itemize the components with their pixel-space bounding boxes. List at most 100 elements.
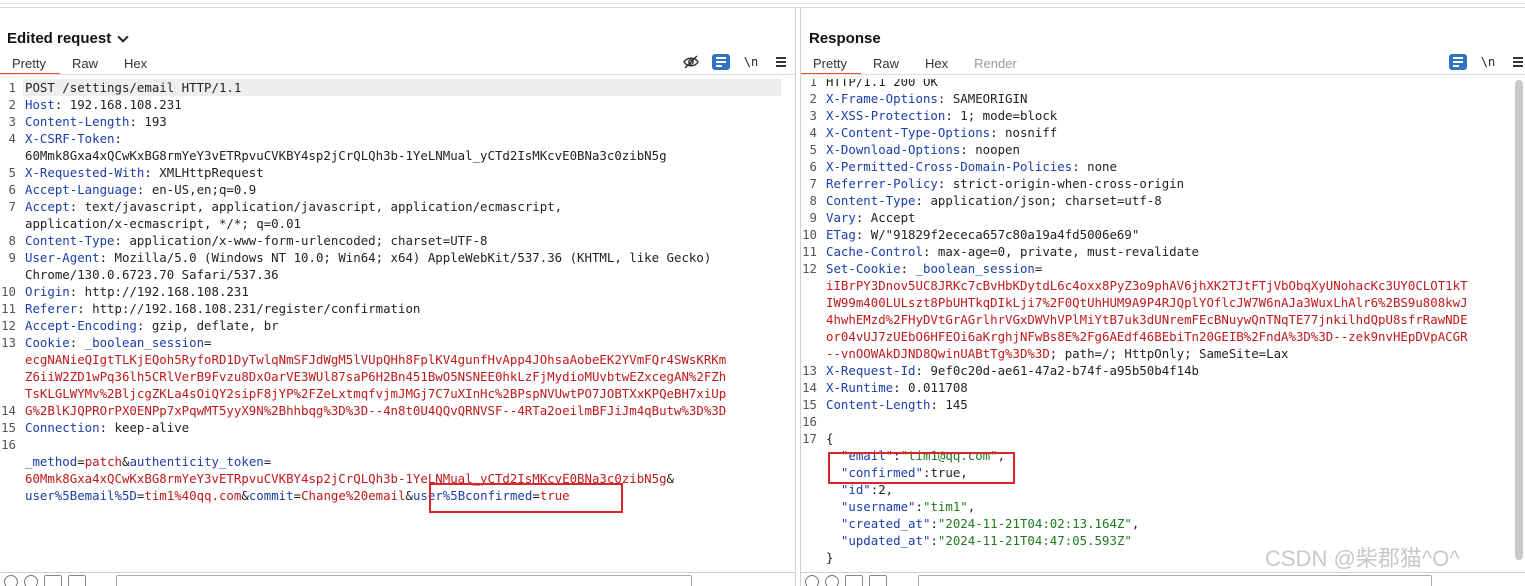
code-line: G%2BlKJQPROrPX0ENPp7xPqwMT5yyX9N%2Bhhbqg… [25, 402, 726, 419]
response-editor[interactable]: 1 2 3 4 5 6 7 8 9 10 11 12 13 14 15 16 17 HTTP/1.1 200 O… [801, 79, 1525, 566]
code-token: HTTP/1.1 200 OK [826, 79, 938, 89]
gear-icon[interactable] [825, 575, 839, 586]
back-icon[interactable] [845, 575, 863, 586]
code-line: "updated_at":"2024-11-21T04:47:05.593Z" [826, 532, 1132, 549]
response-scrollbar[interactable] [1515, 80, 1523, 560]
code-line: X-Frame-Options: SAMEORIGIN [826, 90, 1027, 107]
request-editor[interactable]: 1 2 3 4 5 6 7 8 9 10 11 12 13 14 15 16 POST /settings/e… [0, 79, 795, 566]
tab-pretty[interactable]: Pretty [801, 54, 861, 75]
code-line: 60Mmk8Gxa4xQCwKxBG8rmYeY3vETRpvuCVKBY4sp… [25, 147, 667, 164]
line-number: 11 [1, 301, 16, 316]
code-token: IW99m400LULszt8PbUHTkqDIkLji7%2F0QtUhHUM… [826, 295, 1468, 310]
code-token: :2, [870, 482, 894, 497]
code-token: : 1; mode=block [945, 108, 1058, 123]
code-token: Referer [25, 301, 78, 316]
line-number: 12 [1, 318, 16, 333]
code-token: : W/"91829f2ececa657c80a19a4fd5006e69" [855, 227, 1140, 242]
help-icon[interactable] [805, 575, 819, 586]
code-token: : Mozilla/5.0 (Windows NT 10.0; Win64; x… [99, 250, 712, 265]
code-line: application/x-ecmascript, */*; q=0.01 [25, 215, 301, 232]
chevron-down-icon[interactable] [117, 30, 129, 43]
code-token: Accept-Language [25, 182, 137, 197]
wrap-lines-icon[interactable] [1449, 54, 1467, 70]
line-number: 16 [1, 437, 16, 452]
code-token: , [1131, 516, 1140, 531]
code-token: : 0.011708 [893, 380, 968, 395]
code-line: or04vUJ7zUEbO6HFEOi6aKrghjNFwBs8E%2Fg6AE… [826, 328, 1468, 345]
tab-raw[interactable]: Raw [861, 54, 913, 74]
line-number: 4 [8, 131, 16, 146]
code-line: X-Runtime: 0.011708 [826, 379, 968, 396]
help-icon[interactable] [4, 575, 18, 586]
forward-icon[interactable] [68, 575, 86, 586]
code-line: "confirmed":true, [826, 464, 968, 481]
request-tabs-divider [0, 74, 795, 75]
newline-toggle[interactable]: \n [742, 54, 760, 70]
code-token: POST /settings/email HTTP/1.1 [25, 80, 242, 95]
response-toolbar: \n [1449, 54, 1525, 70]
code-token: X-Request-Id [826, 363, 916, 378]
code-line: TsKLGLWYMv%2BljcgZKLa4sOiQY2sipF8jYP%2FZ… [25, 385, 726, 402]
newline-toggle[interactable]: \n [1479, 54, 1497, 70]
code-token: "2024-11-21T04:02:13.164Z" [937, 516, 1132, 531]
line-number: 1 [8, 80, 16, 95]
code-token: Connection [25, 420, 100, 435]
line-number: 15 [802, 397, 817, 412]
code-token: :true, [922, 465, 968, 480]
code-token: = [204, 335, 212, 350]
request-toolbar: \n [682, 54, 790, 70]
code-line: POST /settings/email HTTP/1.1 [23, 79, 781, 96]
response-search-input[interactable] [918, 575, 1432, 586]
code-token: : max-age=0, private, must-revalidate [922, 244, 1199, 259]
tab-render[interactable]: Render [962, 54, 1031, 74]
line-number: 1 [809, 79, 817, 89]
code-token: : [893, 448, 901, 463]
wrap-lines-icon[interactable] [712, 54, 730, 70]
line-number: 14 [1, 403, 16, 418]
code-token: : SAMEORIGIN [937, 91, 1028, 106]
request-title[interactable]: Edited request [7, 30, 129, 47]
code-token: : nosniff [990, 125, 1058, 140]
code-token: = [532, 488, 540, 503]
code-line: X-Requested-With: XMLHttpRequest [25, 164, 264, 181]
code-token: : XMLHttpRequest [144, 165, 264, 180]
eye-slash-icon[interactable] [682, 54, 700, 70]
code-token: Content-Type [826, 193, 916, 208]
code-token: Referrer-Policy [826, 176, 938, 191]
code-line: 4hwhEMzd%2FHyDVtGrAGrlhrVGxDWVhVPlMiYtB7… [826, 311, 1468, 328]
hamburger-menu-icon[interactable] [1509, 54, 1525, 70]
code-line: X-CSRF-Token: [25, 130, 122, 147]
code-token: : none [1072, 159, 1117, 174]
code-token: application/x-ecmascript, */*; q=0.01 [25, 216, 302, 231]
back-icon[interactable] [44, 575, 62, 586]
tab-hex[interactable]: Hex [112, 54, 161, 74]
code-line: User-Agent: Mozilla/5.0 (Windows NT 10.0… [25, 249, 711, 266]
code-token: "created_at" [826, 516, 931, 531]
tab-raw[interactable]: Raw [60, 54, 112, 74]
forward-icon[interactable] [869, 575, 887, 586]
line-number: 17 [802, 431, 817, 446]
hamburger-menu-icon[interactable] [772, 54, 790, 70]
code-token: Content-Type [25, 233, 115, 248]
code-line: _method=patch&authenticity_token= [25, 453, 271, 470]
gear-icon[interactable] [24, 575, 38, 586]
request-pane: Edited request Pretty Raw Hex \n 123456789… [0, 8, 796, 586]
line-number: 7 [809, 176, 817, 191]
line-number: 10 [1, 284, 16, 299]
code-token: Change%20email [301, 488, 406, 503]
code-token: ; path=/; HttpOnly; SameSite=Lax [1049, 346, 1289, 361]
code-line: HTTP/1.1 200 OK [826, 79, 938, 90]
code-token: : [114, 131, 122, 146]
code-token: : [69, 335, 85, 350]
code-line: Host: 192.168.108.231 [25, 96, 182, 113]
request-search-input[interactable] [116, 575, 692, 586]
line-number: 16 [802, 414, 817, 429]
line-number: 14 [802, 380, 817, 395]
tab-pretty[interactable]: Pretty [0, 54, 60, 75]
code-token: : [915, 499, 923, 514]
code-token: "confirmed" [826, 465, 923, 480]
code-token: user%5Bemail%5D [25, 488, 137, 503]
tab-hex[interactable]: Hex [913, 54, 962, 74]
code-token: "tim1" [923, 499, 968, 514]
code-line: --vnOOWAkDJND8QwinUABtTg%3D%3D; path=/; … [826, 345, 1289, 362]
